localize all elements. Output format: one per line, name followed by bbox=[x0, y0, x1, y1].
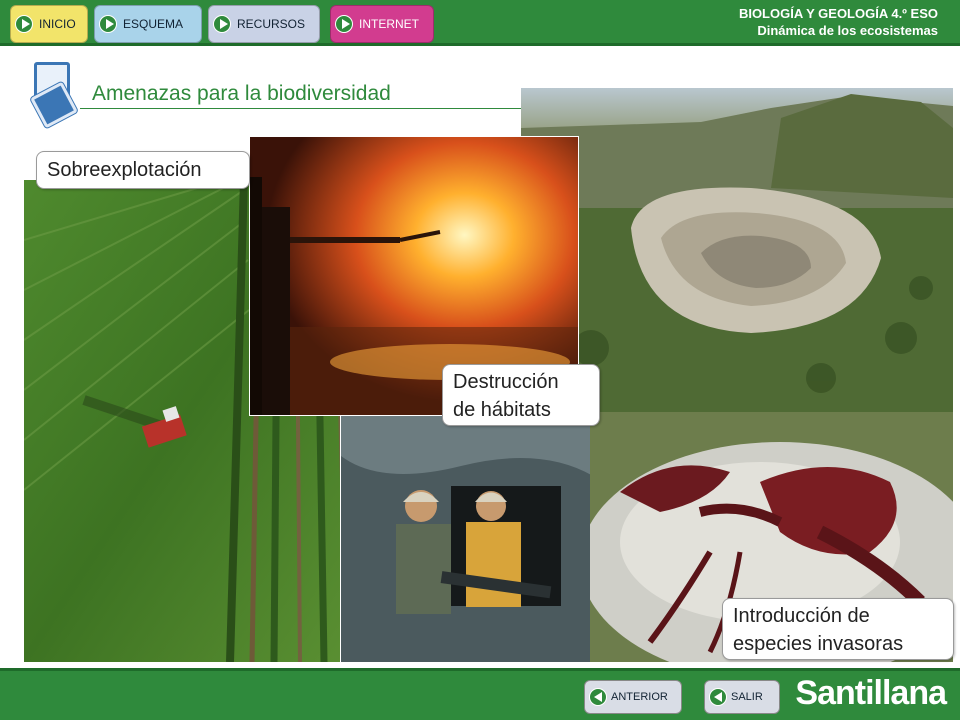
habitat-destruction-label: Destrucción de hábitats bbox=[442, 364, 600, 426]
nav-internet-label: INTERNET bbox=[359, 17, 419, 31]
back-arrow-icon bbox=[705, 688, 731, 706]
course-header: BIOLOGÍA Y GEOLOGÍA 4.º ESO Dinámica de … bbox=[739, 6, 938, 38]
invasive-species-text-line1: Introducción de bbox=[733, 605, 870, 627]
exit-label: SALIR bbox=[731, 691, 763, 703]
nav-inicio-label: INICIO bbox=[39, 17, 76, 31]
nav-inicio-button[interactable]: INICIO bbox=[10, 5, 88, 43]
habitat-destruction-text-line2: de hábitats bbox=[453, 399, 551, 421]
santillana-logo: Santillana bbox=[795, 674, 947, 712]
overexploitation-text: Sobreexplotación bbox=[47, 159, 202, 181]
miners-drilling-photo bbox=[340, 416, 592, 662]
section-squares-icon bbox=[30, 62, 80, 129]
previous-button[interactable]: ANTERIOR bbox=[584, 680, 682, 714]
play-icon bbox=[331, 6, 357, 42]
overexploitation-label: Sobreexplotación bbox=[36, 151, 250, 189]
page-title: Amenazas para la biodiversidad bbox=[92, 82, 391, 105]
invasive-species-text-line2: especies invasoras bbox=[733, 633, 904, 655]
habitat-destruction-text-line1: Destrucción bbox=[453, 371, 559, 393]
nav-recursos-label: RECURSOS bbox=[237, 17, 306, 31]
play-icon bbox=[11, 6, 37, 42]
nav-esquema-label: ESQUEMA bbox=[123, 17, 184, 31]
invasive-species-label: Introducción de especies invasoras bbox=[722, 598, 954, 660]
nav-recursos-button[interactable]: RECURSOS bbox=[208, 5, 320, 43]
back-arrow-icon bbox=[585, 688, 611, 706]
play-icon bbox=[209, 6, 235, 42]
nav-internet-button[interactable]: INTERNET bbox=[330, 5, 434, 43]
play-icon bbox=[95, 6, 121, 42]
title-divider bbox=[80, 108, 530, 109]
unit-title: Dinámica de los ecosistemas bbox=[757, 23, 938, 38]
subject-title: BIOLOGÍA Y GEOLOGÍA 4.º ESO bbox=[738, 6, 938, 21]
nav-esquema-button[interactable]: ESQUEMA bbox=[94, 5, 202, 43]
exit-button[interactable]: SALIR bbox=[704, 680, 780, 714]
previous-label: ANTERIOR bbox=[611, 691, 668, 703]
